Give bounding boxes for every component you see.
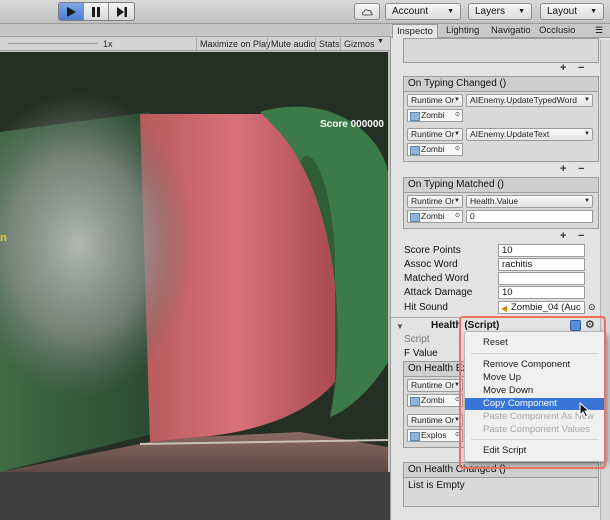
runtime-mode-dropdown[interactable]: Runtime Or ▼ bbox=[407, 94, 463, 107]
tab-inspector[interactable]: Inspecto bbox=[392, 24, 438, 38]
on-typing-changed-header: On Typing Changed () bbox=[403, 76, 599, 91]
remove-icon[interactable]: − bbox=[578, 164, 584, 175]
attack-damage-field[interactable]: 10 bbox=[498, 286, 585, 299]
scale-label: 1x bbox=[103, 39, 113, 49]
tab-occlusion[interactable]: Occlusio bbox=[535, 24, 579, 38]
chevron-down-icon: ▼ bbox=[454, 131, 460, 137]
function-dropdown[interactable]: Health.Value ▼ bbox=[466, 195, 593, 208]
add-icon[interactable]: + bbox=[560, 164, 566, 175]
on-typing-matched-header: On Typing Matched () bbox=[403, 177, 599, 192]
object-field[interactable]: Zombi ⊙ bbox=[407, 394, 463, 407]
chevron-down-icon: ▼ bbox=[377, 38, 384, 45]
chevron-down-icon: ▼ bbox=[584, 97, 590, 103]
remove-icon[interactable]: − bbox=[578, 231, 584, 242]
play-controls bbox=[58, 2, 135, 21]
hit-sound-field[interactable]: ◀ Zombie_04 (Auc bbox=[498, 301, 585, 314]
gizmos-dropdown[interactable]: Gizmos bbox=[340, 38, 378, 50]
chevron-down-icon: ▼ bbox=[454, 198, 460, 204]
step-icon bbox=[116, 6, 127, 17]
matched-word-label: Matched Word bbox=[404, 273, 469, 284]
chevron-down-icon: ▼ bbox=[447, 8, 454, 15]
list-empty-text: List is Empty bbox=[408, 480, 465, 491]
object-field[interactable]: Zombi ⊙ bbox=[407, 143, 463, 156]
typing-word-text: n bbox=[0, 232, 7, 244]
play-button[interactable] bbox=[59, 3, 84, 20]
f-value-label: F Value bbox=[404, 348, 438, 359]
on-health-changed-list: List is Empty bbox=[403, 477, 599, 507]
add-icon[interactable]: + bbox=[560, 63, 566, 74]
chevron-down-icon: ▼ bbox=[590, 8, 597, 15]
audio-clip-icon: ◀ bbox=[501, 304, 508, 313]
panel-menu-icon[interactable]: ☰ bbox=[595, 25, 603, 36]
stats-button[interactable]: Stats bbox=[315, 38, 343, 50]
annotation-highlight bbox=[459, 316, 606, 469]
pause-icon bbox=[92, 6, 100, 17]
chevron-down-icon: ▼ bbox=[584, 131, 590, 137]
chevron-down-icon: ▼ bbox=[584, 198, 590, 204]
maximize-on-play-button[interactable]: Maximize on Play bbox=[196, 38, 274, 50]
game-view-toolbar: 1x Maximize on Play Mute audio Stats Giz… bbox=[0, 37, 390, 51]
chevron-down-icon: ▼ bbox=[454, 97, 460, 103]
event-list-previous bbox=[403, 38, 599, 63]
target-icon: ⊙ bbox=[454, 213, 460, 219]
game-view-bottom bbox=[0, 472, 390, 520]
target-icon[interactable]: ⊙ bbox=[588, 302, 596, 313]
cloud-icon bbox=[361, 8, 373, 15]
tab-navigation[interactable]: Navigatio bbox=[487, 24, 535, 38]
game-viewport[interactable]: Score 000000 n bbox=[0, 52, 388, 472]
chevron-down-icon: ▼ bbox=[518, 8, 525, 15]
assoc-word-field[interactable]: rachitis bbox=[498, 258, 585, 271]
argument-field[interactable]: 0 bbox=[466, 210, 593, 223]
layers-label: Layers bbox=[475, 6, 506, 17]
runtime-mode-dropdown[interactable]: Runtime Or ▼ bbox=[407, 379, 463, 392]
scale-slider[interactable] bbox=[8, 43, 98, 44]
game-scene bbox=[0, 52, 388, 472]
pause-button[interactable] bbox=[84, 3, 109, 20]
account-label: Account bbox=[392, 6, 429, 17]
object-field[interactable]: Zombi ⊙ bbox=[407, 210, 463, 223]
play-icon bbox=[67, 6, 76, 17]
panel-tabs: Inspecto Lighting Navigatio Occlusio ☰ bbox=[390, 24, 610, 38]
layout-dropdown[interactable]: Layout ▼ bbox=[540, 3, 604, 20]
cloud-button[interactable] bbox=[354, 3, 380, 20]
game-tab-strip bbox=[0, 24, 390, 37]
add-icon[interactable]: + bbox=[560, 231, 566, 242]
layers-dropdown[interactable]: Layers ▼ bbox=[468, 3, 532, 20]
mouse-cursor-icon bbox=[579, 402, 591, 418]
layout-label: Layout bbox=[547, 6, 578, 17]
runtime-mode-dropdown[interactable]: Runtime Or ▼ bbox=[407, 414, 463, 427]
object-field[interactable]: Zombi ⊙ bbox=[407, 109, 463, 122]
runtime-mode-dropdown[interactable]: Runtime Or ▼ bbox=[407, 128, 463, 141]
runtime-mode-dropdown[interactable]: Runtime Or ▼ bbox=[407, 195, 463, 208]
assoc-word-label: Assoc Word bbox=[404, 259, 458, 270]
object-field[interactable]: Explos ⊙ bbox=[407, 429, 463, 442]
attack-damage-label: Attack Damage bbox=[404, 287, 473, 298]
step-button[interactable] bbox=[109, 3, 134, 20]
account-dropdown[interactable]: Account ▼ bbox=[385, 3, 461, 20]
script-label: Script bbox=[404, 334, 430, 345]
function-dropdown[interactable]: AIEnemy.UpdateText ▼ bbox=[466, 128, 593, 141]
score-text: Score 000000 bbox=[320, 119, 384, 130]
mute-audio-button[interactable]: Mute audio bbox=[267, 38, 319, 50]
matched-word-field[interactable] bbox=[498, 272, 585, 285]
score-points-label: Score Points bbox=[404, 245, 461, 256]
main-toolbar: Account ▼ Layers ▼ Layout ▼ bbox=[0, 0, 610, 24]
remove-icon[interactable]: − bbox=[578, 63, 584, 74]
foldout-arrow-icon[interactable]: ▼ bbox=[396, 322, 404, 331]
tab-lighting[interactable]: Lighting bbox=[442, 24, 483, 38]
score-points-field[interactable]: 10 bbox=[498, 244, 585, 257]
function-dropdown[interactable]: AIEnemy.UpdateTypedWord ▼ bbox=[466, 94, 593, 107]
target-icon: ⊙ bbox=[454, 146, 460, 152]
hit-sound-label: Hit Sound bbox=[404, 302, 448, 313]
target-icon: ⊙ bbox=[454, 112, 460, 118]
